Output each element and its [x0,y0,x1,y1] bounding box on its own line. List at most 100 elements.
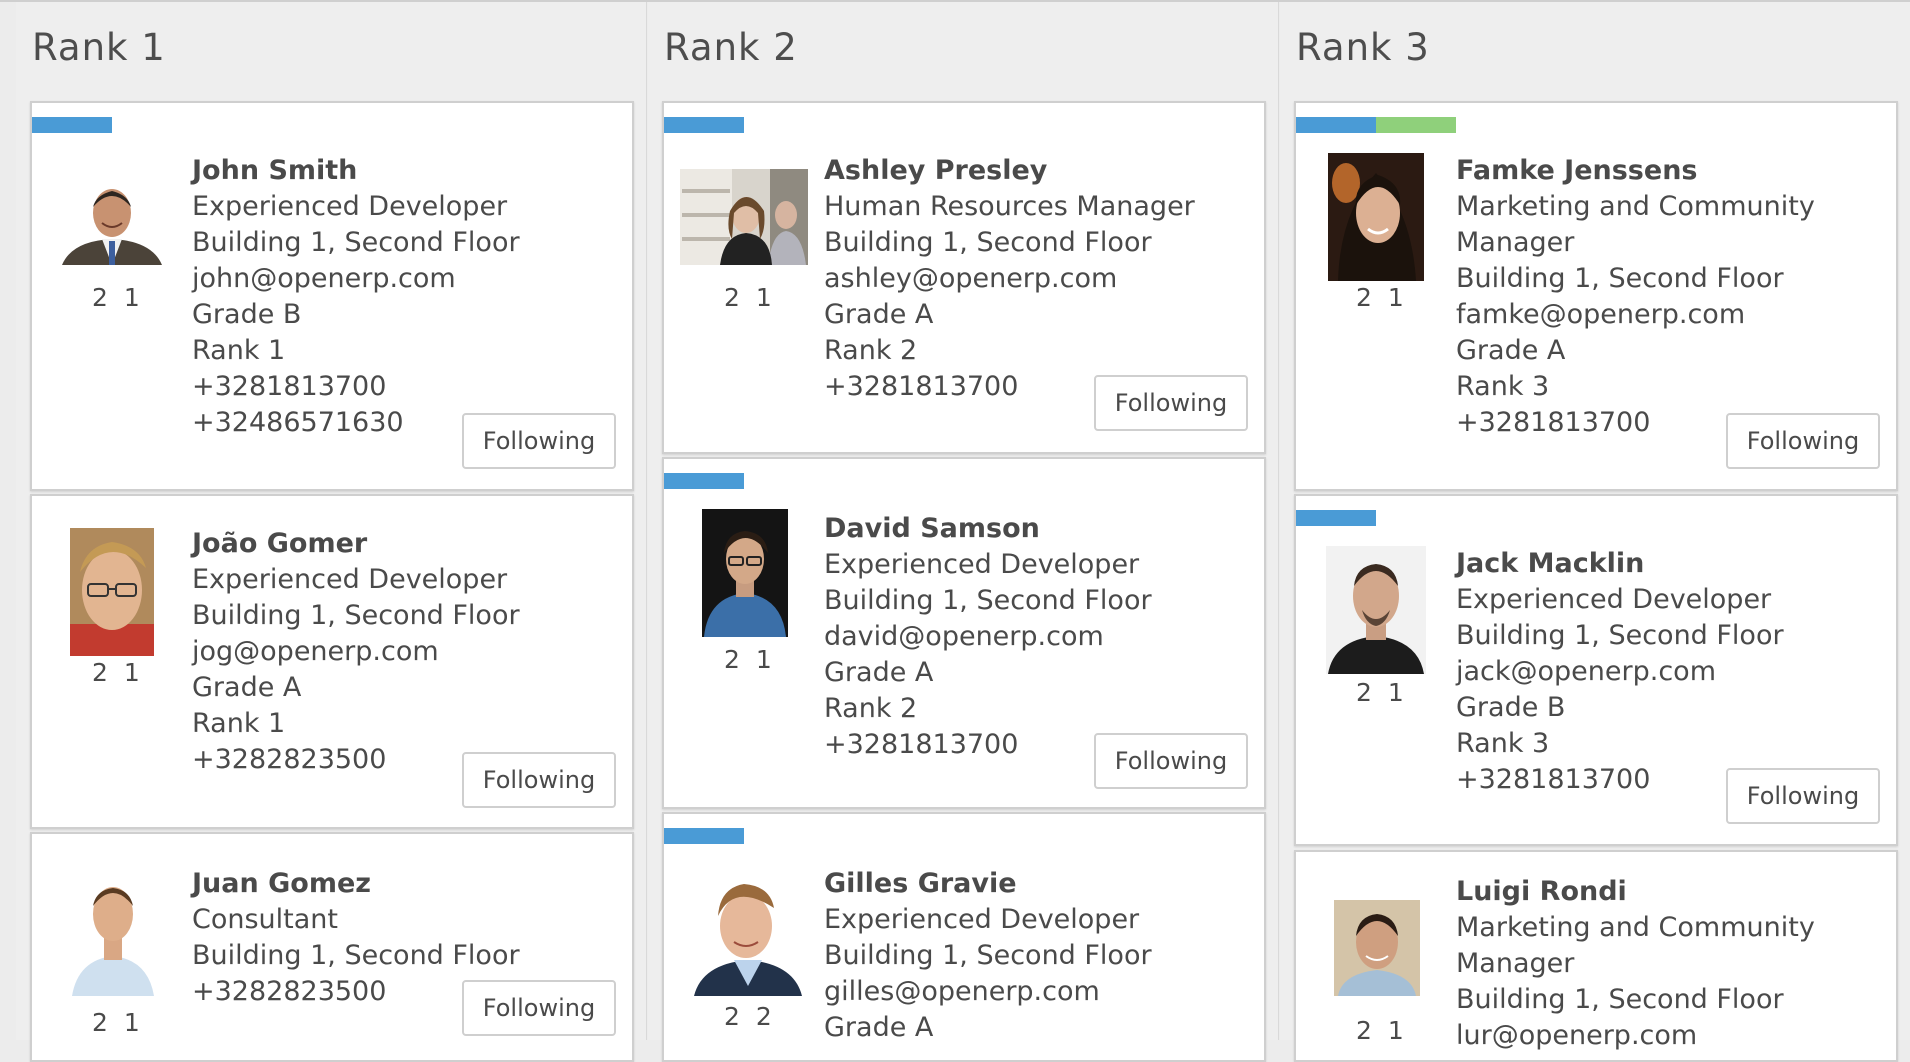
employee-card[interactable]: 2 1 Ashley Presley Human Resources Manag… [662,101,1266,454]
rank: Rank 3 [1456,371,1550,402]
employee-card[interactable]: 2 1 David Samson Experienced Developer B… [662,457,1266,809]
rank: Rank 2 [824,693,918,724]
employee-photo[interactable] [70,528,154,656]
following-button[interactable]: Following [462,413,616,469]
kanban-column-rank-1: Rank 1 2 1 John Smith Experienced Develo… [16,2,646,1062]
job-title: Marketing and Community [1456,191,1815,222]
work-email[interactable]: gilles@openerp.com [824,974,1152,1010]
job-title: Experienced Developer [1456,584,1772,615]
employee-info: Ashley Presley Human Resources Manager B… [824,153,1195,405]
column-title: Rank 1 [32,26,166,69]
employee-info: Gilles Gravie Experienced Developer Buil… [824,866,1152,1046]
job-title: Experienced Developer [824,904,1140,935]
follower-counts: 2 1 [1356,1016,1408,1045]
tag-blue [664,117,744,133]
follower-counts: 2 1 [1356,283,1408,312]
employee-photo[interactable] [694,868,802,996]
rank: Rank 1 [192,708,286,739]
employee-card[interactable]: 2 1 Jack Macklin Experienced Developer B… [1294,494,1898,846]
follower-counts: 2 1 [92,1008,144,1037]
column-title: Rank 3 [1296,26,1430,69]
following-button[interactable]: Following [462,752,616,808]
work-location: Building 1, Second Floor [192,940,520,971]
employee-card[interactable]: 2 2 Gilles Gravie Experienced Developer … [662,812,1266,1062]
employee-photo[interactable] [680,169,808,265]
employee-info: João Gomer Experienced Developer Buildin… [192,526,520,778]
following-button[interactable]: Following [1094,733,1248,789]
employee-photo[interactable] [702,509,788,637]
work-email[interactable]: jog@openerp.com [192,634,520,670]
employee-photo[interactable] [62,177,162,265]
employee-card[interactable]: 2 1 João Gomer Experienced Developer Bui… [30,494,634,829]
tag-bar [32,117,112,133]
work-phone: +3281813700 [192,371,387,402]
kanban-column-rank-3: Rank 3 2 1 Famke Jenssens Marketing and … [1280,2,1910,1062]
work-email[interactable]: famke@openerp.com [1456,297,1815,333]
employee-name[interactable]: Ashley Presley [824,153,1195,189]
job-title: Consultant [192,904,338,935]
employee-name[interactable]: David Samson [824,511,1152,547]
following-button[interactable]: Following [1094,375,1248,431]
job-title-continued: Manager [1456,227,1575,258]
employee-name[interactable]: Gilles Gravie [824,866,1152,902]
employee-photo[interactable] [68,868,158,996]
column-divider [1278,2,1279,1040]
follower-counts: 2 1 [724,645,776,674]
employee-name[interactable]: João Gomer [192,526,520,562]
follower-counts: 2 1 [92,658,144,687]
rank: Rank 2 [824,335,918,366]
employee-card[interactable]: 2 1 Famke Jenssens Marketing and Communi… [1294,101,1898,491]
employee-photo[interactable] [1326,546,1426,674]
follower-counts: 2 1 [724,283,776,312]
work-email[interactable]: jack@openerp.com [1456,654,1784,690]
grade: Grade B [192,299,302,330]
employee-info: David Samson Experienced Developer Build… [824,511,1152,763]
employee-photo[interactable] [1328,153,1424,281]
tag-bar [664,117,744,133]
grade: Grade A [824,299,934,330]
job-title: Experienced Developer [824,549,1140,580]
employee-name[interactable]: Juan Gomez [192,866,520,902]
following-button[interactable]: Following [1726,768,1880,824]
following-button[interactable]: Following [1726,413,1880,469]
employee-name[interactable]: Luigi Rondi [1456,874,1815,910]
job-title: Experienced Developer [192,191,508,222]
rank: Rank 1 [192,335,286,366]
work-location: Building 1, Second Floor [824,940,1152,971]
rank: Rank 3 [1456,728,1550,759]
employee-info: Famke Jenssens Marketing and Community M… [1456,153,1815,441]
work-location: Building 1, Second Floor [1456,984,1784,1015]
tag-blue [1296,117,1376,133]
grade: Grade A [824,657,934,688]
job-title: Experienced Developer [192,564,508,595]
tag-bar [1296,510,1376,526]
tag-bar [664,473,744,489]
tag-blue [664,828,744,844]
work-location: Building 1, Second Floor [192,227,520,258]
kanban-column-rank-2: Rank 2 2 1 Ashley Presley Human Resource… [648,2,1278,1062]
employee-info: John Smith Experienced Developer Buildin… [192,153,520,441]
grade: Grade A [824,1012,934,1043]
employee-name[interactable]: Famke Jenssens [1456,153,1815,189]
follower-counts: 2 2 [724,1002,776,1031]
work-location: Building 1, Second Floor [192,600,520,631]
work-email[interactable]: john@openerp.com [192,261,520,297]
employee-card[interactable]: 2 1 Luigi Rondi Marketing and Community … [1294,850,1898,1062]
employee-card[interactable]: 2 1 Juan Gomez Consultant Building 1, Se… [30,832,634,1062]
work-email[interactable]: ashley@openerp.com [824,261,1195,297]
tag-bar [664,828,744,844]
employee-name[interactable]: Jack Macklin [1456,546,1784,582]
work-email[interactable]: david@openerp.com [824,619,1152,655]
job-title: Marketing and Community [1456,912,1815,943]
tag-bar [1296,117,1456,133]
employee-name[interactable]: John Smith [192,153,520,189]
work-location: Building 1, Second Floor [1456,620,1784,651]
following-button[interactable]: Following [462,980,616,1036]
employee-card[interactable]: 2 1 John Smith Experienced Developer Bui… [30,101,634,491]
work-email[interactable]: lur@openerp.com [1456,1018,1815,1054]
employee-photo[interactable] [1334,900,1420,996]
column-divider [646,2,647,1040]
follower-counts: 2 1 [1356,678,1408,707]
grade: Grade A [192,672,302,703]
column-title: Rank 2 [664,26,798,69]
